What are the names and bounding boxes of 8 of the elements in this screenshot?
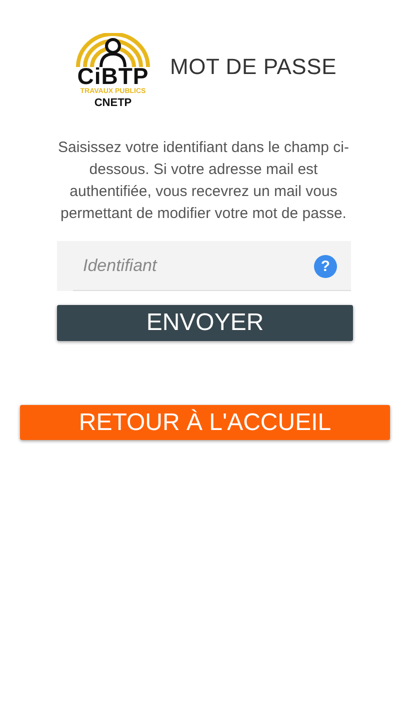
- home-button[interactable]: RETOUR À L'ACCUEIL: [20, 405, 390, 440]
- help-icon[interactable]: ?: [314, 254, 337, 278]
- page-title: MOT DE PASSE: [170, 54, 337, 80]
- identifier-field[interactable]: Identifiant ?: [57, 241, 351, 291]
- send-button[interactable]: ENVOYER: [57, 305, 353, 341]
- instructions-text: Saisissez votre identifiant dans le champ ci-dessous. Si votre adresse mail est authentifiée, vous recevrez un mail vous permettant de modifier votre mot de passe.: [57, 138, 350, 224]
- logo-name: CiBTP: [77, 65, 149, 87]
- logo-org: CNETP: [94, 97, 132, 109]
